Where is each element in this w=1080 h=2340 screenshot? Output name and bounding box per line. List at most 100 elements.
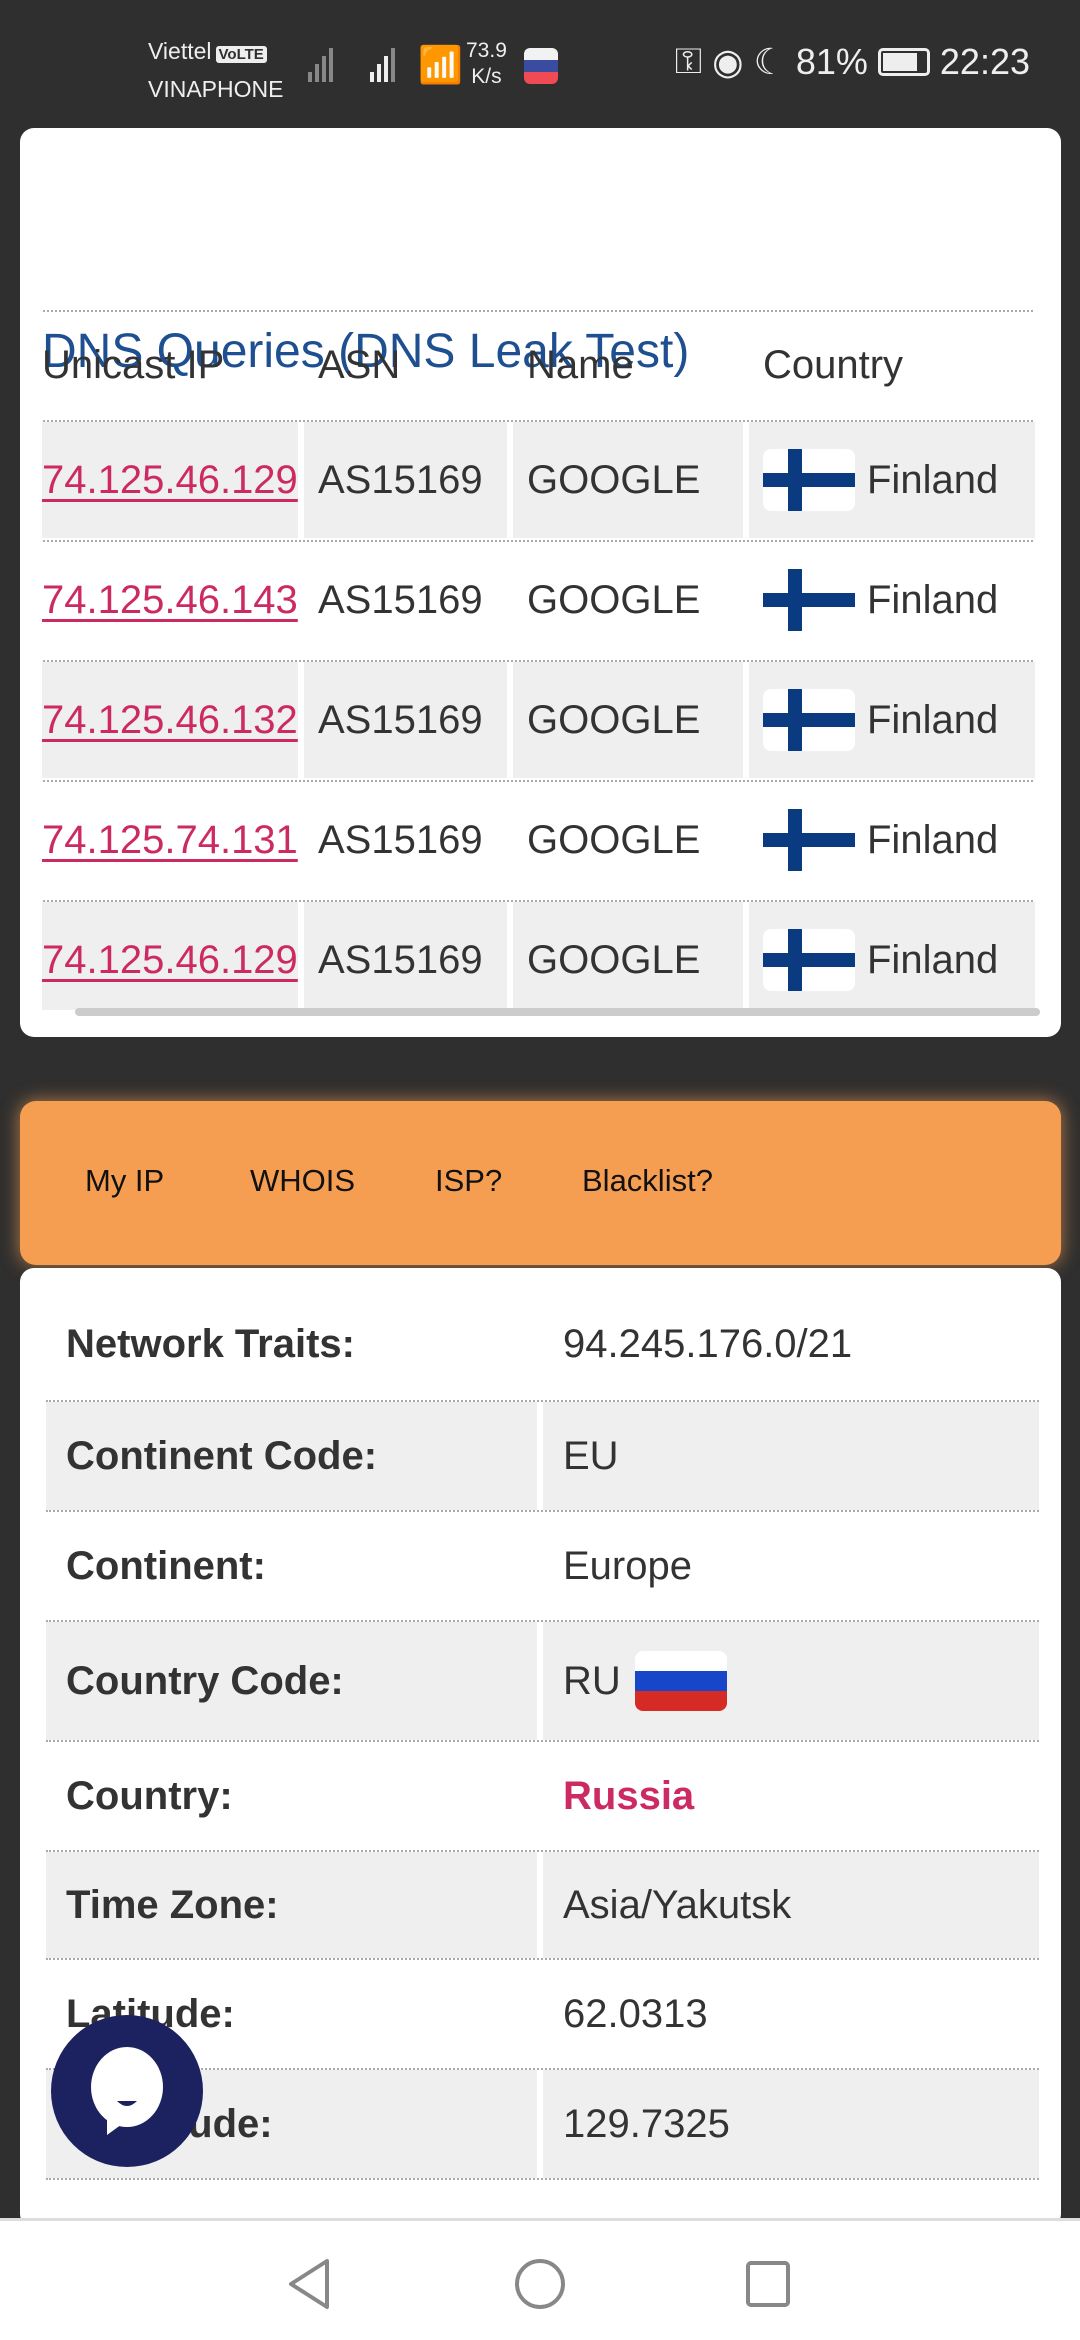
ip-link[interactable]: 74.125.46.132 (42, 698, 298, 743)
name-text: GOOGLE (527, 457, 701, 502)
dns-table[interactable]: Unicast IP ASN Name Country 74.125.46.129 AS1… (42, 310, 1035, 1010)
volte-badge: VoLTE (215, 46, 267, 63)
value-text: Europe (563, 1543, 692, 1588)
table-header-row: Unicast IP ASN Name Country (42, 310, 1035, 418)
horizontal-scrollbar[interactable] (75, 1008, 1040, 1016)
cell-ip: 74.125.46.143 (42, 542, 298, 658)
system-nav-bar (0, 2218, 1080, 2340)
cell-asn: AS15169 (304, 782, 507, 898)
cell-country: Finland (749, 902, 1035, 1010)
asn-text: AS15169 (318, 577, 483, 622)
cell-asn: AS15169 (304, 902, 507, 1010)
name-text: GOOGLE (527, 697, 701, 742)
value-text: EU (563, 1433, 619, 1478)
cell-name: GOOGLE (513, 542, 743, 658)
info-value: Europe (543, 1512, 1039, 1620)
carrier-1: Viettel (148, 38, 212, 64)
info-label: Continent: (66, 1543, 266, 1588)
home-icon[interactable] (513, 2257, 567, 2311)
info-value: Russia (543, 1742, 1039, 1850)
status-right: ⚿ ◉ ☾ 81% 22:23 (675, 40, 1030, 83)
nav-whois[interactable]: WHOIS (250, 1163, 355, 1199)
info-label: Country Code: (46, 1622, 537, 1740)
russia-flag-icon (524, 48, 558, 84)
table-row: 74.125.46.129 AS15169 GOOGLE Finland (42, 420, 1035, 538)
cell-asn: AS15169 (304, 542, 507, 658)
name-text: GOOGLE (527, 577, 701, 622)
battery-icon (877, 47, 930, 76)
moon-icon: ☾ (753, 40, 786, 82)
carrier-2: VINAPHONE (148, 76, 284, 102)
asn-text: AS15169 (318, 817, 483, 862)
asn-text: AS15169 (318, 697, 483, 742)
table-row: 74.125.46.129 AS15169 GOOGLE Finland (42, 900, 1035, 1010)
ip-link[interactable]: 74.125.46.129 (42, 938, 298, 983)
finland-flag-icon (763, 809, 855, 871)
cell-ip: 74.125.46.132 (42, 662, 298, 778)
wifi-icon: 📶 (418, 44, 463, 85)
info-row: Network Traits: 94.245.176.0/21 (46, 1288, 1039, 1402)
clock: 22:23 (939, 40, 1030, 82)
ip-link[interactable]: 74.125.46.143 (42, 578, 298, 623)
eye-icon: ◉ (712, 40, 744, 82)
recents-icon[interactable] (744, 2259, 792, 2309)
cell-ip: 74.125.46.129 (42, 902, 298, 1010)
info-row: Country Code: RU (46, 1622, 1039, 1742)
value-text: 62.0313 (563, 1991, 708, 2036)
cell-name: GOOGLE (513, 902, 743, 1010)
cell-name: GOOGLE (513, 662, 743, 778)
country-text: Finland (867, 817, 999, 862)
column-header: ASN (318, 342, 401, 387)
info-value: 62.0313 (543, 1960, 1039, 2068)
nav-blacklist[interactable]: Blacklist? (582, 1163, 713, 1199)
info-value: Asia/Yakutsk (543, 1852, 1039, 1958)
info-value: EU (543, 1402, 1039, 1510)
cell-country: Finland (749, 422, 1035, 538)
nav-my-ip[interactable]: My IP (85, 1163, 164, 1199)
value-text: Russia (563, 1773, 695, 1818)
tool-nav: My IP WHOIS ISP? Blacklist? (20, 1101, 1061, 1265)
asn-text: AS15169 (318, 937, 483, 982)
value-text: 129.7325 (563, 2101, 730, 2146)
info-value: 94.245.176.0/21 (543, 1288, 1039, 1400)
cell-name: GOOGLE (513, 422, 743, 538)
table-row: 74.125.74.131 AS15169 GOOGLE Finland (42, 780, 1035, 898)
info-row: Time Zone: Asia/Yakutsk (46, 1852, 1039, 1960)
vpn-key-icon: ⚿ (674, 40, 703, 81)
finland-flag-icon (763, 569, 855, 631)
status-bar: Viettel VoLTE VINAPHONE 📶 73.9 K/s ⚿ ◉ ☾ 8… (0, 0, 1080, 128)
chat-button[interactable] (51, 2015, 203, 2167)
country-text: Finland (867, 697, 999, 742)
speed-unit: K/s (471, 65, 502, 88)
table-row: 74.125.46.143 AS15169 GOOGLE Finland (42, 540, 1035, 658)
info-label: Continent Code: (46, 1402, 537, 1510)
info-value: RU (543, 1622, 1039, 1740)
info-value: 129.7325 (543, 2070, 1039, 2178)
battery-percent: 81% (795, 40, 868, 82)
ip-link[interactable]: 74.125.74.131 (42, 818, 298, 863)
value-text: RU (563, 1658, 621, 1703)
cell-name: GOOGLE (513, 782, 743, 898)
asn-text: AS15169 (318, 457, 483, 502)
finland-flag-icon (763, 689, 855, 751)
cell-asn: AS15169 (304, 662, 507, 778)
chat-bubble-icon (91, 2047, 163, 2135)
finland-flag-icon (763, 449, 855, 511)
russia-flag-icon (634, 1651, 727, 1711)
country-text: Finland (867, 937, 999, 982)
nav-isp[interactable]: ISP? (435, 1163, 502, 1199)
back-icon[interactable] (285, 2257, 333, 2311)
table-row: 74.125.46.132 AS15169 GOOGLE Finland (42, 660, 1035, 778)
cell-country: Finland (749, 662, 1035, 778)
info-label: Country: (66, 1773, 233, 1818)
carrier-info: Viettel VoLTE VINAPHONE (148, 34, 283, 106)
cell-country: Finland (749, 782, 1035, 898)
finland-flag-icon (763, 929, 855, 991)
info-row: Continent: Europe (46, 1512, 1039, 1622)
info-row: Country: Russia (46, 1742, 1039, 1852)
country-text: Finland (867, 577, 999, 622)
info-row: Continent Code: EU (46, 1402, 1039, 1512)
value-text: 94.245.176.0/21 (563, 1321, 853, 1366)
ip-link[interactable]: 74.125.46.129 (42, 458, 298, 503)
column-header: Name (527, 342, 634, 387)
